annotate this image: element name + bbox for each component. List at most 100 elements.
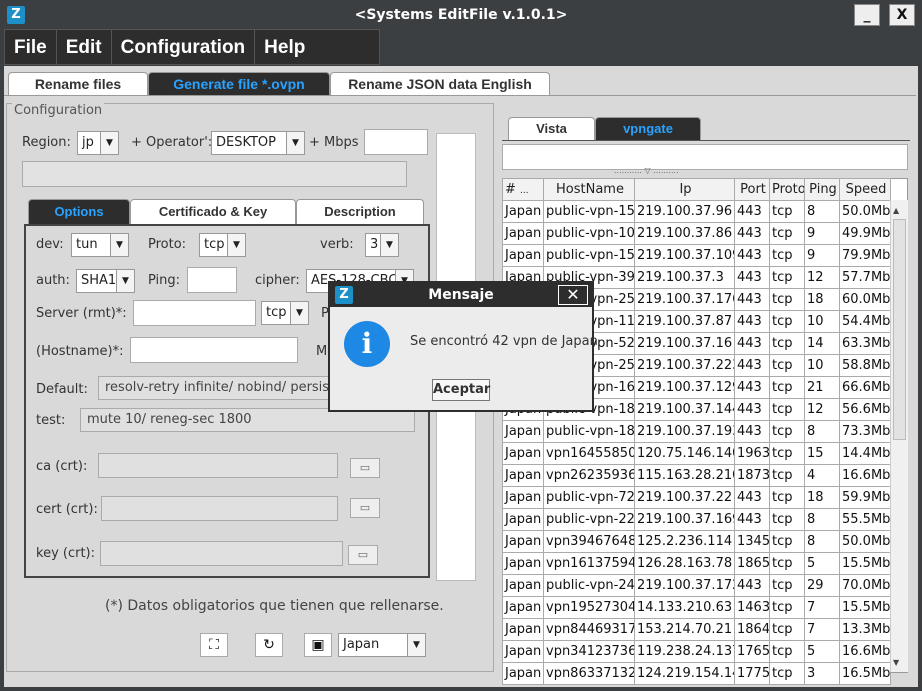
tab-rename-json[interactable]: Rename JSON data English: [330, 72, 550, 96]
folder-icon[interactable]: ▭: [350, 498, 380, 518]
table-row[interactable]: Japan public-vpn-225 219.100.37.169 443 tcp 8…: [502, 508, 891, 531]
table-cell: tcp: [769, 530, 805, 553]
table-cell: 54.4Mbp: [839, 310, 891, 333]
chevron-down-icon: ▼: [380, 234, 398, 256]
table-row[interactable]: Japanvpn394676486125.2.236.1141345tcp850…: [502, 530, 891, 553]
table-cell: 219.100.37.172: [634, 574, 735, 597]
table-cell: 1345: [734, 530, 770, 553]
column-header[interactable]: Port: [734, 178, 770, 201]
table-cell: tcp: [769, 222, 805, 245]
folder-icon[interactable]: ▭: [348, 545, 378, 565]
close-window-button[interactable]: X: [889, 4, 915, 26]
operator-select[interactable]: DESKTOP ▼: [211, 131, 305, 155]
table-cell: 63.3Mbp: [839, 332, 891, 355]
table-cell: 125.2.236.114: [634, 530, 735, 553]
dialog-close-button[interactable]: ✕: [558, 285, 588, 305]
table-cell: vpn394676486: [543, 530, 635, 553]
fullscreen-icon[interactable]: ⛶: [200, 633, 228, 657]
server-input[interactable]: [133, 300, 256, 326]
auth-select[interactable]: SHA1 ▼: [76, 269, 135, 293]
table-row[interactable]: Japanvpn19527304814.133.210.631463tcp715…: [502, 596, 891, 619]
table-row[interactable]: Japanvpn341237366119.238.24.1371765tcp51…: [502, 640, 891, 663]
column-header[interactable]: Proto: [769, 178, 805, 201]
tab-vista[interactable]: Vista: [508, 117, 595, 141]
table-cell: public-vpn-243: [543, 574, 635, 597]
table-row[interactable]: Japanvpn844693176153.214.70.211864tcp713…: [502, 618, 891, 641]
ping-input[interactable]: [187, 267, 237, 293]
hostname-extra-label: M: [316, 344, 328, 359]
column-header[interactable]: Ping: [804, 178, 840, 201]
column-header[interactable]: Ip: [634, 178, 735, 201]
tab-certificado-key[interactable]: Certificado & Key: [130, 199, 296, 225]
vpngate-search-input[interactable]: [502, 144, 908, 170]
table-cell: 219.100.37.87: [634, 310, 735, 333]
app-logo-icon: Z: [7, 6, 25, 24]
refresh-icon[interactable]: ↻: [255, 633, 283, 657]
region-select[interactable]: jp ▼: [77, 131, 119, 155]
scroll-up-icon[interactable]: ▲: [893, 206, 899, 215]
table-cell: 1864: [734, 618, 770, 641]
split-divider-handle[interactable]: ........... ▽ ..........: [614, 166, 679, 175]
menu-edit[interactable]: Edit: [57, 30, 112, 64]
column-header[interactable]: Speed: [839, 178, 891, 201]
table-cell: 443: [734, 266, 770, 289]
table-cell: 55.5Mbp: [839, 508, 891, 531]
default-label: Default:: [36, 382, 88, 397]
table-row[interactable]: Japanvpn863371326124.219.154.1441775tcp3…: [502, 662, 891, 685]
test-label: test:: [36, 413, 66, 428]
folder-icon[interactable]: ▭: [350, 458, 380, 478]
tab-options[interactable]: Options: [28, 199, 130, 225]
table-cell: 5: [804, 640, 840, 663]
table-cell: 1463: [734, 596, 770, 619]
table-cell: 126.28.163.78: [634, 552, 735, 575]
table-row[interactable]: Japanvpn164558508120.75.146.1401963tcp15…: [502, 442, 891, 465]
table-row[interactable]: Japanvpn262359365115.163.28.2101873tcp41…: [502, 464, 891, 487]
tab-description[interactable]: Description: [296, 199, 424, 225]
table-cell: public-vpn-185: [543, 420, 635, 443]
table-row[interactable]: Japan public-vpn-152 219.100.37.96 443 tcp 8 5…: [502, 200, 891, 223]
table-cell: 60.0Mbp: [839, 288, 891, 311]
ca-label: ca (crt):: [36, 459, 88, 474]
dev-select[interactable]: tun ▼: [71, 233, 129, 257]
table-row[interactable]: Japan public-vpn-185 219.100.37.193 443 tcp 8…: [502, 420, 891, 443]
proto-select[interactable]: tcp ▼: [199, 233, 246, 257]
save-icon[interactable]: ▣: [304, 633, 332, 657]
table-cell: Japan: [502, 464, 544, 487]
mbps-input[interactable]: [364, 129, 428, 155]
table-cell: Japan: [502, 244, 544, 267]
minimize-button[interactable]: _: [854, 4, 880, 26]
menu-file[interactable]: File: [5, 30, 57, 64]
table-row[interactable]: Japan public-vpn-109 219.100.37.86 443 tcp 9 4…: [502, 222, 891, 245]
table-cell: 50.0Mbp: [839, 200, 891, 223]
tab-generate-ovpn[interactable]: Generate file *.ovpn: [148, 72, 330, 96]
menu-configuration[interactable]: Configuration: [112, 30, 256, 64]
column-header[interactable]: # ...: [502, 178, 544, 201]
table-cell: 219.100.37.169: [634, 508, 735, 531]
verb-select[interactable]: 3 ▼: [365, 233, 399, 257]
ca-field: [98, 453, 338, 478]
table-row[interactable]: Japan public-vpn-72 219.100.37.22 443 tcp 18 5…: [502, 486, 891, 509]
table-row[interactable]: Japanvpn161375947126.28.163.781865tcp515…: [502, 552, 891, 575]
table-cell: 219.100.37.86: [634, 222, 735, 245]
accept-button[interactable]: Aceptar: [432, 379, 490, 401]
table-cell: 7: [804, 596, 840, 619]
server-proto-select[interactable]: tcp ▼: [261, 301, 309, 325]
table-row[interactable]: Japan public-vpn-153 219.100.37.109 443 tcp 9…: [502, 244, 891, 267]
table-cell: tcp: [769, 486, 805, 509]
column-header[interactable]: HostName: [543, 178, 635, 201]
table-cell: 79.9Mbp: [839, 244, 891, 267]
table-cell: 66.6Mbp: [839, 376, 891, 399]
tab-vpngate[interactable]: vpngate: [595, 117, 701, 141]
table-cell: 16.6Mbp: [839, 464, 891, 487]
scroll-down-icon[interactable]: ▼: [893, 658, 899, 667]
country-select[interactable]: Japan ▼: [338, 633, 426, 657]
table-cell: 443: [734, 222, 770, 245]
hostname-input[interactable]: [130, 337, 298, 363]
table-cell: public-vpn-153: [543, 244, 635, 267]
menu-help[interactable]: Help: [255, 30, 314, 64]
table-cell: 443: [734, 574, 770, 597]
scrollbar-thumb[interactable]: [893, 219, 906, 440]
table-row[interactable]: Japan public-vpn-243 219.100.37.172 443 tcp 2…: [502, 574, 891, 597]
table-cell: 15.5Mbp: [839, 552, 891, 575]
tab-rename-files[interactable]: Rename files: [8, 72, 148, 96]
